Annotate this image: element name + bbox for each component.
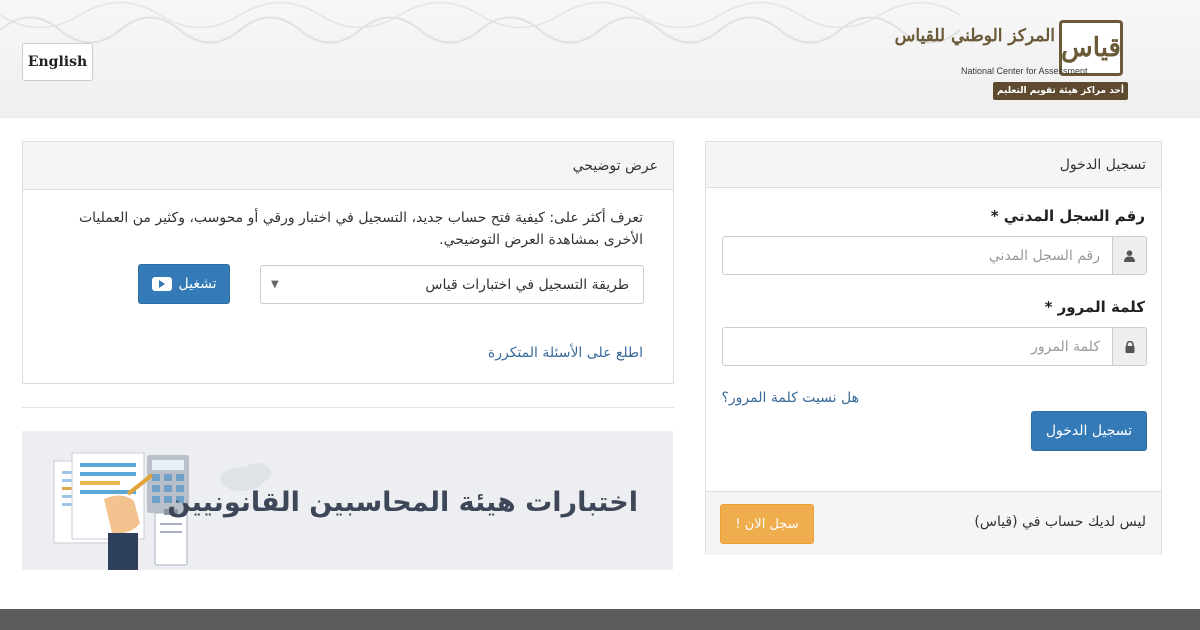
national-id-input[interactable] xyxy=(723,237,1112,274)
caret-down-icon: ▼ xyxy=(271,279,279,290)
password-input[interactable] xyxy=(723,328,1112,365)
play-button-label: تشغيل xyxy=(178,276,217,292)
banner-title: اختبارات هيئة المحاسبين القانونيين xyxy=(167,487,638,518)
national-id-label: رقم السجل المدني * xyxy=(990,207,1145,225)
demo-panel-title: عرض توضيحي xyxy=(23,142,673,190)
forgot-password-link[interactable]: هل نسيت كلمة المرور؟ xyxy=(721,390,859,406)
national-id-input-group xyxy=(722,236,1147,275)
password-input-group xyxy=(722,327,1147,366)
login-panel-footer: ليس لديك حساب في (قياس) سجل الان ! xyxy=(706,491,1161,555)
login-panel: تسجيل الدخول رقم السجل المدني * كلمة الم… xyxy=(705,141,1162,555)
user-icon xyxy=(1112,237,1146,274)
register-now-button[interactable]: سجل الان ! xyxy=(720,504,814,544)
logo-name-arabic: المركز الوطني للقياس xyxy=(894,26,1055,46)
footer-bar xyxy=(0,609,1200,630)
logo-ribbon: أحد مراكز هيئة تقويم التعليم xyxy=(993,82,1128,100)
english-language-button[interactable]: English xyxy=(22,43,93,81)
demo-panel: عرض توضيحي تعرف أكثر على: كيفية فتح حساب… xyxy=(22,141,674,384)
youtube-play-icon xyxy=(151,277,172,291)
divider xyxy=(22,407,674,408)
password-label: كلمة المرور * xyxy=(1044,298,1145,316)
faq-link[interactable]: اطلع على الأسئلة المتكررة xyxy=(488,345,643,361)
demo-description: تعرف أكثر على: كيفية فتح حساب جديد، التس… xyxy=(78,210,643,248)
logo-name-english: National Center for Assessment xyxy=(961,66,1088,76)
logo[interactable]: قياس المركز الوطني للقياس National Cente… xyxy=(895,18,1163,102)
demo-video-select-value: طريقة التسجيل في اختبارات قياس xyxy=(425,276,629,293)
site-header: English قياس المركز الوطني للقياس Nation… xyxy=(0,0,1200,118)
socpa-exams-banner[interactable]: اختبارات هيئة المحاسبين القانونيين xyxy=(22,431,673,570)
demo-video-select[interactable]: طريقة التسجيل في اختبارات قياس ▼ xyxy=(260,265,644,304)
login-button[interactable]: تسجيل الدخول xyxy=(1031,411,1147,451)
play-button[interactable]: تشغيل xyxy=(138,264,230,304)
login-panel-title: تسجيل الدخول xyxy=(706,142,1161,188)
lock-icon xyxy=(1112,328,1146,365)
no-account-text: ليس لديك حساب في (قياس) xyxy=(974,514,1146,530)
